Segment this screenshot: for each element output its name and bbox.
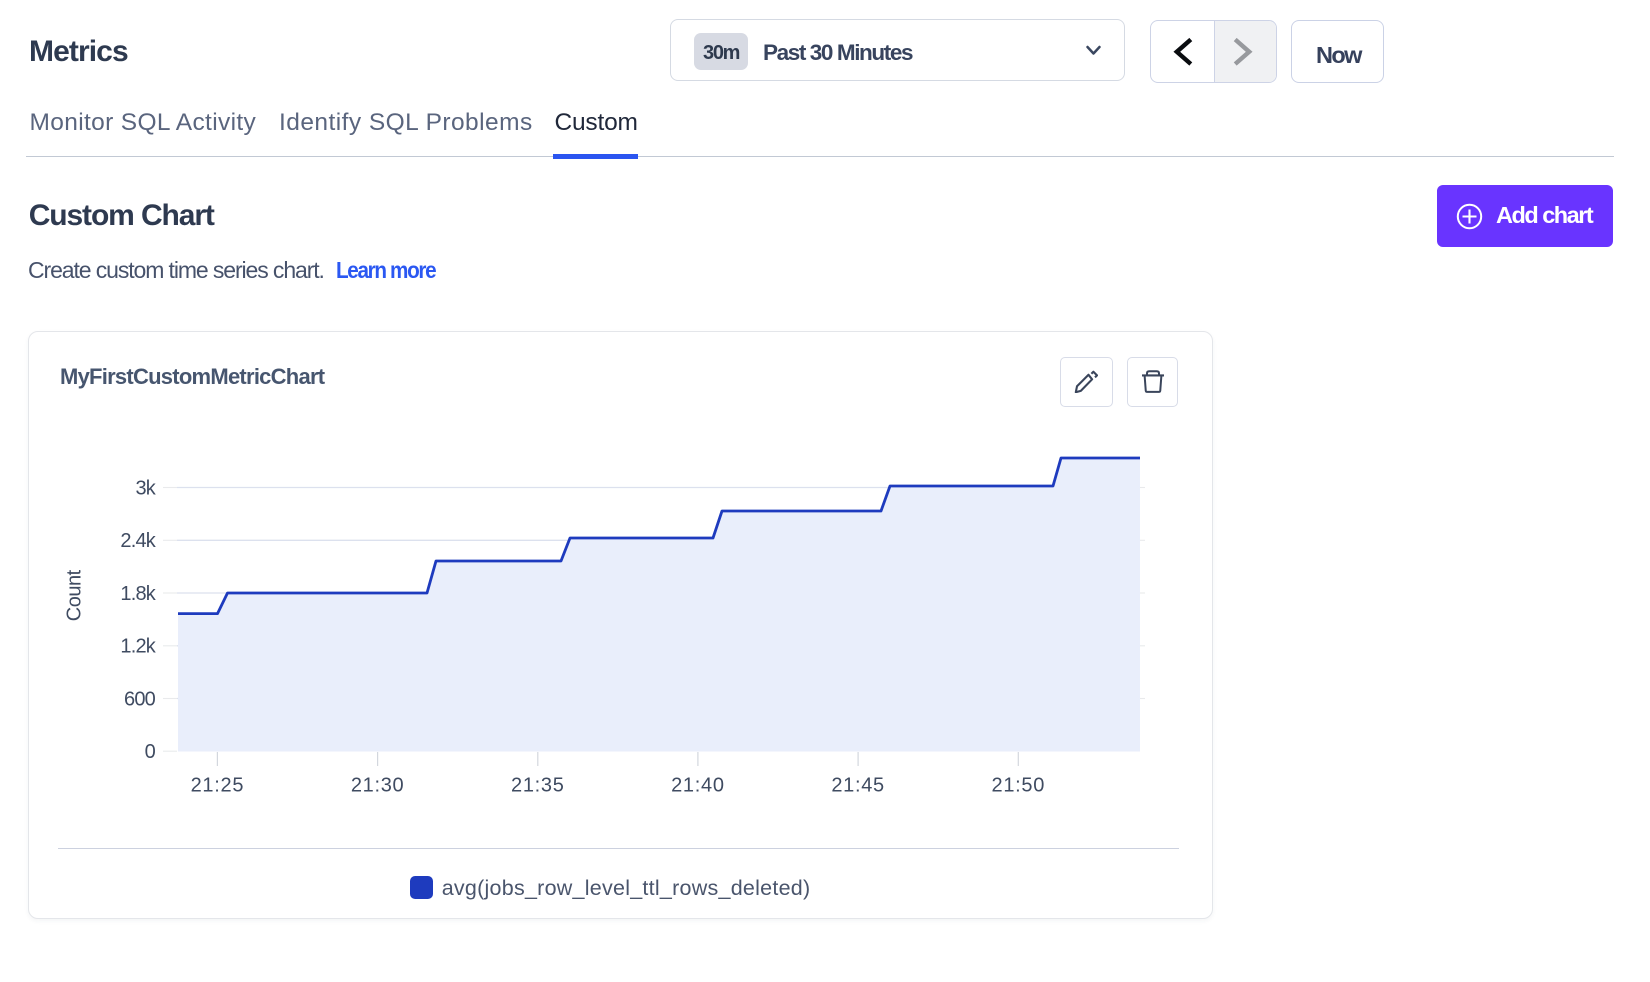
svg-text:21:35: 21:35	[511, 775, 565, 797]
svg-text:21:50: 21:50	[992, 775, 1046, 797]
svg-text:3k: 3k	[135, 477, 156, 499]
svg-text:2.4k: 2.4k	[120, 530, 156, 552]
svg-text:21:45: 21:45	[831, 775, 885, 797]
svg-text:600: 600	[124, 688, 156, 710]
svg-text:1.8k: 1.8k	[120, 583, 156, 605]
svg-text:21:30: 21:30	[351, 775, 405, 797]
svg-text:21:25: 21:25	[191, 775, 245, 797]
svg-text:0: 0	[145, 741, 156, 763]
svg-text:21:40: 21:40	[671, 775, 725, 797]
svg-text:1.2k: 1.2k	[120, 636, 156, 658]
svg-text:Count: Count	[64, 569, 86, 621]
